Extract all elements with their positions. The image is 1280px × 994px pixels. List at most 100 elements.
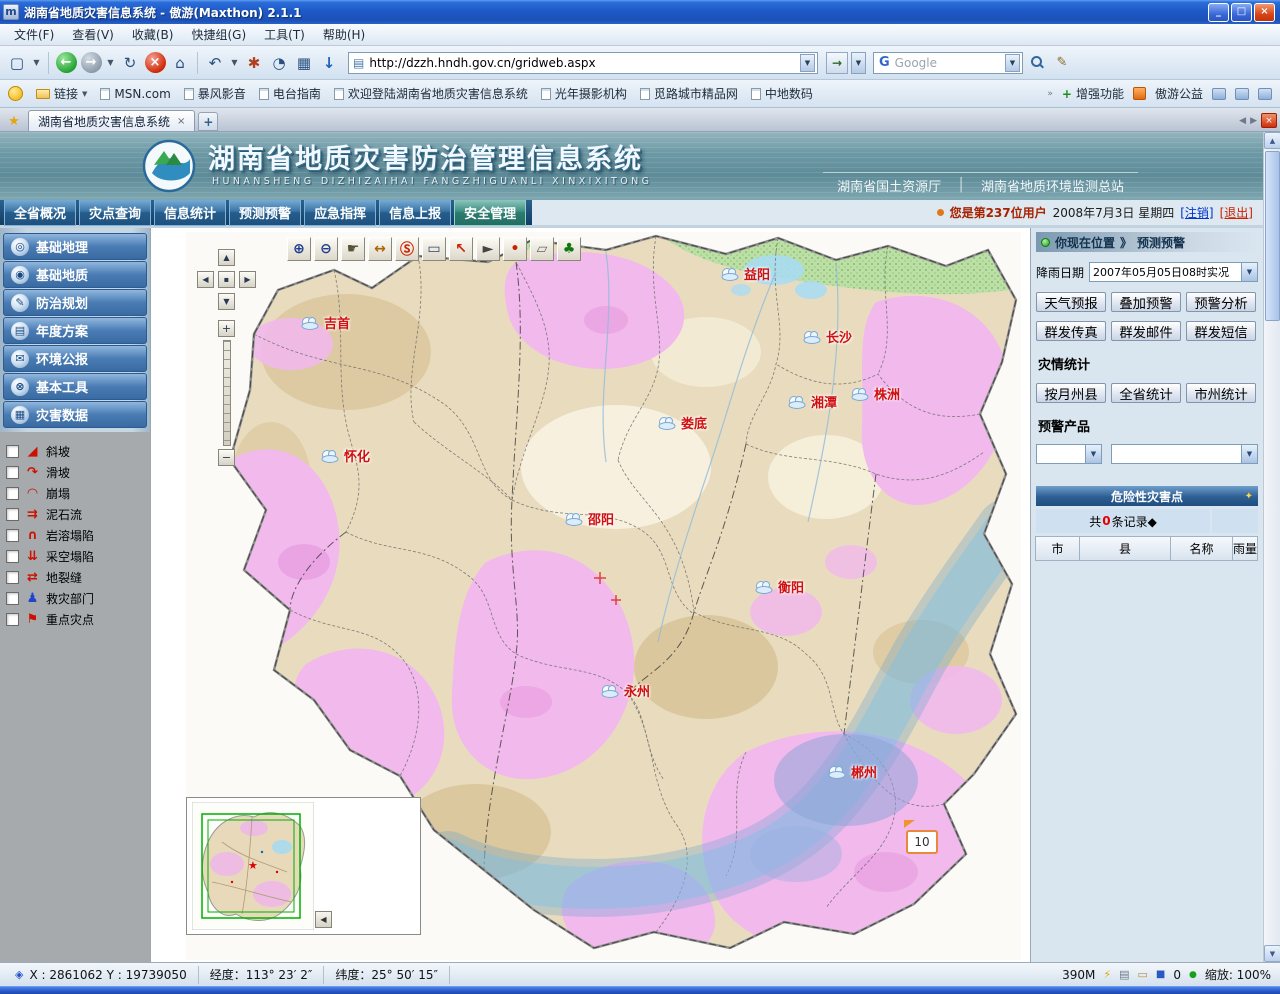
boost-icon[interactable]: ⚡: [1103, 968, 1111, 981]
pan-center-button[interactable]: ▪: [218, 271, 235, 288]
永州[interactable]: 永州: [599, 681, 650, 700]
download-icon[interactable]: ↓: [318, 50, 340, 76]
measure-tool[interactable]: ↔: [368, 237, 392, 261]
zoom-in-button[interactable]: +: [218, 320, 235, 337]
pointer-tool[interactable]: ►: [476, 237, 500, 261]
go-dropdown-icon[interactable]: ▼: [851, 52, 866, 74]
menu-item[interactable]: 查看(V): [63, 24, 123, 45]
close-tab-button[interactable]: ×: [1261, 113, 1277, 128]
menu-item[interactable]: 文件(F): [5, 24, 63, 45]
charity-link[interactable]: 傲游公益: [1155, 85, 1203, 102]
links-bar-item[interactable]: 暴风影音: [184, 85, 246, 102]
history-dropdown-icon[interactable]: ▼: [105, 50, 116, 76]
back-icon[interactable]: ←: [56, 52, 77, 73]
zoom-in-tool[interactable]: ⊕: [287, 237, 311, 261]
logout-link[interactable]: [注销]: [1180, 204, 1213, 221]
go-button[interactable]: →: [826, 52, 848, 74]
sidebar-section-button[interactable]: ▤ 年度方案: [3, 317, 147, 344]
links-bar-item[interactable]: MSN.com: [100, 85, 170, 102]
refresh-icon[interactable]: ↻: [119, 50, 141, 76]
danger-panel-header[interactable]: 危险性灾害点 ✦: [1036, 486, 1258, 506]
panels-icon[interactable]: ▦: [293, 50, 315, 76]
maximize-button[interactable]: □: [1231, 3, 1252, 22]
collapse-icon[interactable]: ✦: [1245, 491, 1253, 502]
衡阳[interactable]: 衡阳: [753, 577, 804, 596]
pan-down-button[interactable]: ▼: [218, 293, 235, 310]
links-bar-item[interactable]: 欢迎登陆湖南省地质灾害信息系统: [334, 85, 528, 102]
maxthon-charity-icon[interactable]: [1133, 87, 1146, 100]
scroll-up-icon[interactable]: ▲: [1264, 132, 1280, 149]
menu-item[interactable]: 快捷组(G): [182, 24, 255, 45]
menu-item[interactable]: 工具(T): [255, 24, 314, 45]
folder-icon[interactable]: ▭: [1137, 968, 1147, 981]
links-bar-item[interactable]: 电台指南: [259, 85, 321, 102]
sidebar-section-button[interactable]: ◎ 基础地理: [3, 233, 147, 260]
active-tab[interactable]: 湖南省地质灾害信息系统 ×: [28, 110, 195, 131]
action-button[interactable]: 群发传真: [1036, 321, 1106, 341]
stats-button[interactable]: 市州统计: [1186, 383, 1256, 403]
select-circle-tool[interactable]: Ⓢ: [395, 237, 419, 261]
action-button[interactable]: 天气预报: [1036, 292, 1106, 312]
action-button[interactable]: 群发邮件: [1111, 321, 1181, 341]
nav-tab[interactable]: 全省概况: [4, 199, 76, 226]
娄底[interactable]: 娄底: [656, 413, 707, 432]
smiley-icon[interactable]: [8, 86, 23, 101]
layer-checkbox[interactable]: [6, 571, 19, 584]
layer-checkbox[interactable]: [6, 466, 19, 479]
new-tab-button[interactable]: +: [198, 112, 218, 131]
link-land-resources[interactable]: 湖南省国土资源厅: [837, 176, 941, 195]
feed-icon[interactable]: [1235, 88, 1249, 100]
links-bar-item[interactable]: 光年摄影机构: [541, 85, 627, 102]
links-bar-item[interactable]: 中地数码: [751, 85, 813, 102]
clock-icon[interactable]: ◔: [268, 50, 290, 76]
enhance-button[interactable]: + 增强功能: [1062, 85, 1124, 102]
eraser-tool[interactable]: ▱: [530, 237, 554, 261]
zoom-level[interactable]: 缩放: 100%: [1205, 966, 1271, 983]
new-page-dropdown-icon[interactable]: ▼: [31, 50, 42, 76]
forward-icon[interactable]: →: [81, 52, 102, 73]
layer-checkbox[interactable]: [6, 550, 19, 563]
action-button[interactable]: 群发短信: [1186, 321, 1256, 341]
favorites-star-icon[interactable]: ★: [3, 111, 25, 131]
怀化[interactable]: 怀化: [319, 446, 370, 465]
page-scrollbar[interactable]: ▲ ▼: [1263, 132, 1280, 962]
scroll-down-icon[interactable]: ▼: [1264, 945, 1280, 962]
layer-checkbox[interactable]: [6, 487, 19, 500]
minimize-button[interactable]: _: [1208, 3, 1229, 22]
nav-tab[interactable]: 预测预警: [229, 199, 301, 226]
zoom-slider[interactable]: [223, 340, 231, 446]
action-button[interactable]: 叠加预警: [1111, 292, 1181, 312]
pan-tool[interactable]: ☛: [341, 237, 365, 261]
吉首[interactable]: 吉首: [299, 313, 350, 332]
nav-tab[interactable]: 信息统计: [154, 199, 226, 226]
undo-dropdown-icon[interactable]: ▼: [229, 50, 240, 76]
湘潭[interactable]: 湘潭: [786, 392, 837, 411]
layer-checkbox[interactable]: [6, 592, 19, 605]
undo-icon[interactable]: ↶: [204, 50, 226, 76]
menu-item[interactable]: 收藏(B): [123, 24, 183, 45]
more-links-icon[interactable]: »: [1047, 89, 1053, 99]
search-dropdown-icon[interactable]: ▼: [1005, 54, 1020, 72]
郴州[interactable]: 郴州: [826, 762, 877, 781]
zoom-out-tool[interactable]: ⊖: [314, 237, 338, 261]
home-icon[interactable]: ⌂: [169, 50, 191, 76]
sidebar-section-button[interactable]: ◉ 基础地质: [3, 261, 147, 288]
widget-icon[interactable]: [1258, 88, 1272, 100]
product-select-1[interactable]: ▼: [1036, 444, 1102, 464]
highlight-icon[interactable]: ✎: [1051, 50, 1073, 76]
close-button[interactable]: ×: [1254, 3, 1275, 22]
overview-collapse-button[interactable]: ◀: [315, 911, 332, 928]
长沙[interactable]: 长沙: [801, 327, 852, 346]
identify-tool[interactable]: ↖: [449, 237, 473, 261]
new-page-icon[interactable]: ▢: [6, 50, 28, 76]
nav-tab[interactable]: 信息上报: [379, 199, 451, 226]
search-box[interactable]: G Google ▼: [873, 52, 1023, 74]
link-geo-monitoring[interactable]: 湖南省地质环境监测总站: [981, 176, 1124, 195]
select-rect-tool[interactable]: ▭: [422, 237, 446, 261]
product-select-2[interactable]: ▼: [1111, 444, 1258, 464]
rainfall-flag-marker[interactable]: 10: [906, 830, 938, 854]
pan-up-button[interactable]: ▲: [218, 249, 235, 266]
pan-right-button[interactable]: ▶: [239, 271, 256, 288]
sidebar-section-button[interactable]: ✉ 环境公报: [3, 345, 147, 372]
links-menu[interactable]: 链接 ▼: [36, 85, 87, 102]
